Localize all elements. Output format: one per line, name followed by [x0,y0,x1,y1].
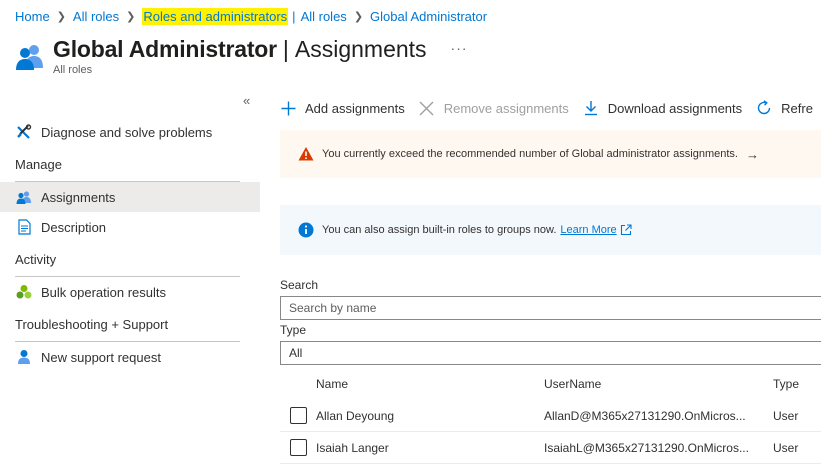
page-header: Global Administrator | Assignments ··· A… [15,36,468,76]
breadcrumb-roles-and-administrators[interactable]: Roles and administrators [142,7,289,25]
collapse-sidebar-icon[interactable]: « [243,93,250,108]
bulk-icon [15,283,33,301]
row-checkbox[interactable] [289,407,307,424]
table-row[interactable]: Isaiah Langer IsaiahL@M365x27131290.OnMi… [280,432,821,464]
warning-banner[interactable]: You currently exceed the recommended num… [280,130,821,178]
refresh-icon [756,100,772,116]
download-assignments-label: Download assignments [607,100,743,116]
column-header-username[interactable]: UserName [544,377,773,391]
refresh-label: Refre [781,100,813,116]
chevron-right-icon: ❯ [56,10,66,23]
sidebar-item-label: Diagnose and solve problems [41,124,213,140]
users-icon [15,188,33,206]
document-icon [15,218,33,236]
section-activity: Activity [15,251,57,267]
warning-text: You currently exceed the recommended num… [322,148,738,160]
sidebar-item-label: Assignments [41,189,116,205]
row-name: Isaiah Langer [316,440,389,455]
breadcrumb-home[interactable]: Home [15,9,50,24]
breadcrumb-global-administrator[interactable]: Global Administrator [370,9,487,24]
search-input[interactable] [280,296,821,320]
download-assignments-button[interactable]: Download assignments [583,100,742,116]
close-icon [419,100,435,116]
plus-icon [280,100,296,116]
command-bar: Add assignments Remove assignments Downl… [280,95,821,121]
sidebar-item-bulk-operation-results[interactable]: Bulk operation results [0,277,260,307]
sidebar-item-label: Bulk operation results [41,284,167,300]
search-label: Search [280,278,319,292]
section-troubleshooting: Troubleshooting + Support [15,316,169,332]
sidebar-item-label: New support request [41,349,161,365]
breadcrumb-pipe: | [292,8,296,24]
breadcrumb: Home ❯ All roles ❯ Roles and administrat… [15,7,487,25]
download-icon [583,100,599,116]
type-label: Type [280,323,307,337]
add-assignments-button[interactable]: Add assignments [280,100,405,116]
sidebar-item-new-support-request[interactable]: New support request [0,342,260,372]
more-options-icon[interactable]: ··· [451,40,468,56]
wrench-icon [15,123,33,141]
sidebar: Diagnose and solve problems Manage Assig… [0,117,260,372]
title-separator: | [282,36,289,62]
table-row[interactable]: Allan Deyoung AllanD@M365x27131290.OnMic… [280,400,821,432]
info-text: You can also assign built-in roles to gr… [322,224,557,236]
refresh-button[interactable]: Refre [756,100,813,116]
info-icon [298,222,314,238]
breadcrumb-all-roles-2[interactable]: All roles [301,9,347,24]
sidebar-item-label: Description [41,219,107,235]
breadcrumb-all-roles[interactable]: All roles [73,9,119,24]
page-sub-label: All roles [53,64,93,76]
table-header: Name UserName Type [280,372,821,396]
page-title: Global Administrator [53,36,277,62]
info-banner: You can also assign built-in roles to gr… [280,205,821,255]
column-header-type[interactable]: Type [773,377,821,391]
chevron-right-icon: ❯ [353,10,364,23]
row-type: User [773,440,799,455]
row-username: IsaiahL@M365x27131290.OnMicros... [544,440,749,455]
page-subtitle: Assignments [294,36,427,62]
row-username: AllanD@M365x27131290.OnMicros... [544,408,746,423]
remove-assignments-button[interactable]: Remove assignments [419,100,569,116]
remove-assignments-label: Remove assignments [443,100,569,116]
chevron-right-icon: ❯ [126,10,136,23]
support-person-icon [15,348,33,366]
assignments-table: Name UserName Type Allan Deyoung AllanD@… [280,372,821,464]
row-checkbox[interactable] [289,439,307,456]
warning-icon [298,147,314,161]
sidebar-item-diagnose[interactable]: Diagnose and solve problems [0,117,260,147]
arrow-right-icon[interactable]: → [746,147,759,162]
learn-more-link[interactable]: Learn More [560,224,616,236]
add-assignments-label: Add assignments [305,100,405,116]
external-link-icon [620,224,632,236]
sidebar-item-assignments[interactable]: Assignments [0,182,260,212]
type-dropdown[interactable]: All [280,341,821,365]
column-header-name[interactable]: Name [316,377,544,391]
row-type: User [773,408,799,423]
sidebar-item-description[interactable]: Description [0,212,260,242]
section-manage: Manage [15,156,62,172]
type-dropdown-value: All [289,346,303,360]
users-icon [16,45,43,70]
row-name: Allan Deyoung [316,408,395,423]
